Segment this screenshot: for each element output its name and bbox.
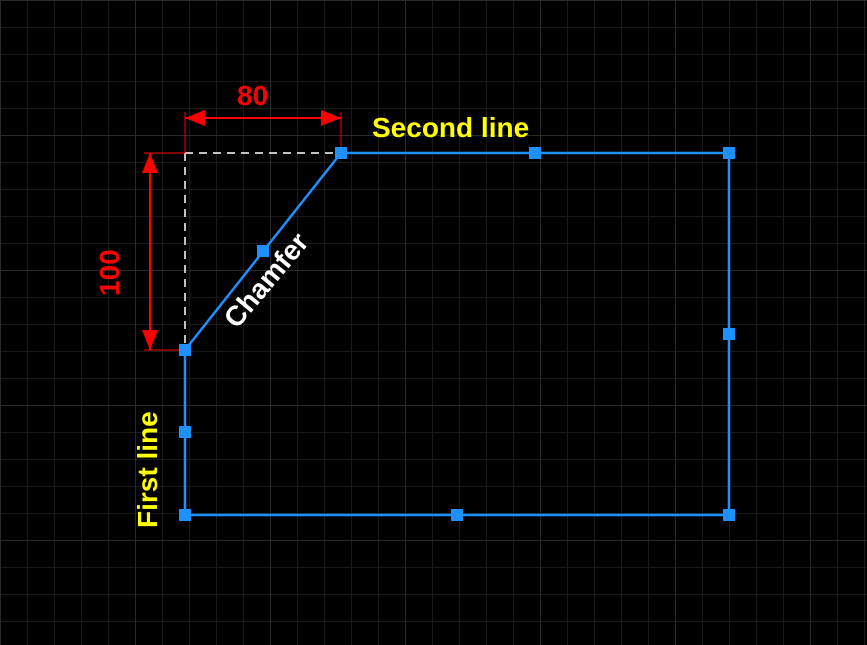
label-second-line: Second line xyxy=(372,112,529,144)
grip-endpoint[interactable] xyxy=(179,344,191,356)
grip-midpoint[interactable] xyxy=(529,147,541,159)
grip-midpoint[interactable] xyxy=(179,426,191,438)
dimension-vertical xyxy=(142,153,185,350)
grip-midpoint[interactable] xyxy=(723,328,735,340)
polyline-shape[interactable] xyxy=(185,153,729,515)
grip-endpoint[interactable] xyxy=(723,509,735,521)
grip-endpoint[interactable] xyxy=(335,147,347,159)
grip-midpoint[interactable] xyxy=(451,509,463,521)
label-first-line: First line xyxy=(132,411,164,528)
drawing-canvas xyxy=(0,0,867,645)
dimension-horizontal xyxy=(185,110,341,153)
grip-endpoint[interactable] xyxy=(723,147,735,159)
dimension-value-horizontal: 80 xyxy=(237,80,268,112)
dimension-value-vertical: 100 xyxy=(94,249,126,296)
grip-endpoint[interactable] xyxy=(179,509,191,521)
